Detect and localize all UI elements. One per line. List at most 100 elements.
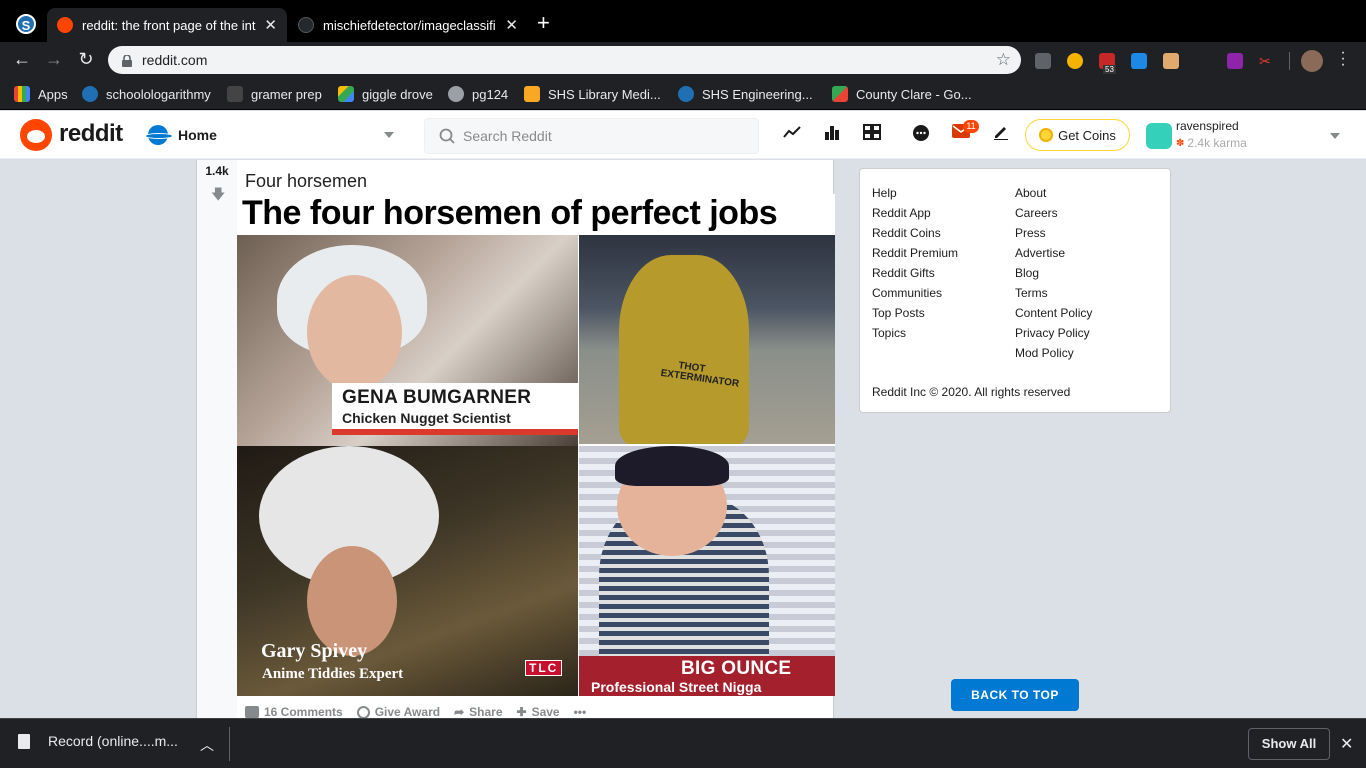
bookmark-icon: ✚: [516, 705, 527, 719]
copyright-text: Reddit Inc © 2020. All rights reserved: [872, 385, 1071, 399]
image-panel-spivey: Gary Spivey Anime Tiddies Expert TLC: [237, 446, 578, 696]
owl-extension-icon[interactable]: [1067, 53, 1083, 69]
reddit-wordmark[interactable]: reddit: [59, 120, 123, 148]
rpan-icon[interactable]: [862, 124, 882, 144]
footer-link[interactable]: Privacy Policy: [1015, 323, 1092, 343]
download-filename: Record (online....m...: [48, 733, 178, 749]
chevron-up-icon[interactable]: ︿: [200, 735, 214, 755]
bookmark-shs-library[interactable]: SHS Library Medi...: [524, 86, 661, 102]
hair-shape: [615, 446, 729, 486]
back-to-top-button[interactable]: BACK TO TOP: [951, 679, 1079, 711]
reddit-header: reddit Home Get Coins ravenspired ✽ 2.4k…: [0, 111, 1366, 159]
forward-icon[interactable]: →: [43, 49, 65, 70]
image-panel-scientist: GENA BUMGARNER Chicken Nugget Scientist: [237, 235, 578, 446]
bookmark-gramer-prep[interactable]: gramer prep: [227, 86, 322, 102]
downvote-icon[interactable]: 🡇: [211, 184, 225, 208]
caption-role: Anime Tiddies Expert: [262, 666, 404, 682]
color-extension-icon[interactable]: [1227, 53, 1243, 69]
scissors-extension-icon[interactable]: ✂: [1259, 53, 1275, 69]
download-item[interactable]: Record (online....m...: [18, 733, 178, 749]
home-icon: [145, 125, 173, 145]
search-input[interactable]: [463, 128, 743, 144]
post-card[interactable]: 1.4k 🡇 Four horsemen The four horsemen o…: [196, 160, 835, 719]
karma: ✽ 2.4k karma: [1176, 136, 1247, 150]
new-tab-button[interactable]: +: [537, 12, 550, 34]
bookmark-shs-engineering[interactable]: SHS Engineering...: [678, 86, 813, 102]
feed-dropdown[interactable]: Home: [145, 118, 398, 152]
footer-link[interactable]: Careers: [1015, 203, 1092, 223]
tab-strip: S reddit: the front page of the int ✕ mi…: [0, 0, 1366, 42]
schoology-icon: [82, 86, 98, 102]
bookmark-giggle-drove[interactable]: giggle drove: [338, 86, 433, 102]
search-box[interactable]: [424, 118, 759, 154]
award-icon: [356, 705, 370, 719]
footer-link[interactable]: About: [1015, 183, 1092, 203]
stats-icon[interactable]: [822, 124, 842, 144]
footer-link[interactable]: Content Policy: [1015, 303, 1092, 323]
show-all-button[interactable]: Show All: [1248, 728, 1330, 760]
post-title[interactable]: Four horsemen: [245, 171, 367, 192]
box-extension-icon[interactable]: [1163, 53, 1179, 69]
chrome-menu-icon[interactable]: · · ·: [1338, 45, 1348, 73]
footer-link[interactable]: Reddit App: [872, 203, 958, 223]
apps-grid-icon: [14, 86, 30, 102]
tab-github[interactable]: mischiefdetector/imageclassifi ✕: [288, 8, 528, 42]
checkmark-extension-icon[interactable]: [1131, 53, 1147, 69]
footer-link[interactable]: Blog: [1015, 263, 1092, 283]
close-icon[interactable]: ✕: [1340, 734, 1353, 754]
chevron-down-icon: [1330, 133, 1340, 139]
footer-link[interactable]: Advertise: [1015, 243, 1092, 263]
reddit-icon: [57, 17, 73, 33]
tab-title: mischiefdetector/imageclassifi: [323, 17, 496, 33]
trending-icon[interactable]: [782, 124, 802, 144]
bookmark-pg124[interactable]: pg124: [448, 86, 508, 102]
footer-link[interactable]: Mod Policy: [1015, 343, 1092, 363]
image-caption: The four horsemen of perfect jobs: [242, 194, 778, 232]
maps-icon: [832, 86, 848, 102]
footer-link[interactable]: Terms: [1015, 283, 1092, 303]
bookmark-county-clare[interactable]: County Clare - Go...: [832, 86, 972, 102]
bookmark-schoology[interactable]: schoolologarithmy: [82, 86, 211, 102]
bookmark-apps[interactable]: Apps: [14, 86, 68, 102]
footer-link[interactable]: Topics: [872, 323, 958, 343]
network-logo: TLC: [525, 660, 563, 676]
hazmat-suit-shape: [619, 255, 749, 444]
lower-third: GENA BUMGARNER Chicken Nugget Scientist: [332, 383, 578, 435]
user-menu[interactable]: ravenspired ✽ 2.4k karma: [1146, 119, 1346, 153]
comments-button[interactable]: 16 Comments: [245, 705, 343, 719]
image-panel-hazmat: THOT EXTERMINATOR: [579, 235, 835, 444]
save-button[interactable]: ✚ Save: [517, 705, 560, 719]
footer-link[interactable]: Press: [1015, 223, 1092, 243]
footer-link[interactable]: Reddit Premium: [872, 243, 958, 263]
post-image[interactable]: The four horsemen of perfect jobs GENA B…: [237, 194, 835, 696]
give-award-button[interactable]: Give Award: [356, 705, 440, 719]
address-bar[interactable]: reddit.com ☆: [108, 46, 1021, 74]
chrome-profile-icon[interactable]: S: [16, 14, 36, 34]
share-icon: ➦: [454, 705, 465, 719]
footer-link[interactable]: Reddit Gifts: [872, 263, 958, 283]
caption-name: Gary Spivey: [261, 640, 368, 662]
footer-link[interactable]: Help: [872, 183, 958, 203]
footer-link[interactable]: Communities: [872, 283, 958, 303]
back-icon[interactable]: ←: [11, 49, 33, 70]
footer-link[interactable]: Top Posts: [872, 303, 958, 323]
more-options-button[interactable]: •••: [574, 705, 587, 719]
reload-icon[interactable]: ↻: [75, 49, 97, 70]
create-post-icon[interactable]: [991, 124, 1011, 144]
avatar: [1146, 123, 1172, 149]
footer-link[interactable]: Reddit Coins: [872, 223, 958, 243]
get-coins-button[interactable]: Get Coins: [1025, 119, 1130, 151]
share-button[interactable]: ➦ Share: [454, 705, 502, 719]
footer-col-1: Help Reddit App Reddit Coins Reddit Prem…: [872, 183, 958, 343]
reddit-logo-icon[interactable]: [20, 119, 52, 151]
bookmark-star-icon[interactable]: ☆: [996, 50, 1011, 70]
avatar[interactable]: [1301, 50, 1323, 72]
crx-extension-icon[interactable]: [1035, 53, 1051, 69]
download-divider: [229, 727, 230, 761]
tab-reddit[interactable]: reddit: the front page of the int ✕: [47, 8, 287, 42]
extension-badge: 53: [1103, 65, 1116, 74]
close-icon[interactable]: ✕: [264, 16, 277, 34]
close-icon[interactable]: ✕: [505, 16, 518, 34]
chat-icon[interactable]: [911, 124, 931, 144]
footer-links-card: Help Reddit App Reddit Coins Reddit Prem…: [859, 168, 1171, 413]
